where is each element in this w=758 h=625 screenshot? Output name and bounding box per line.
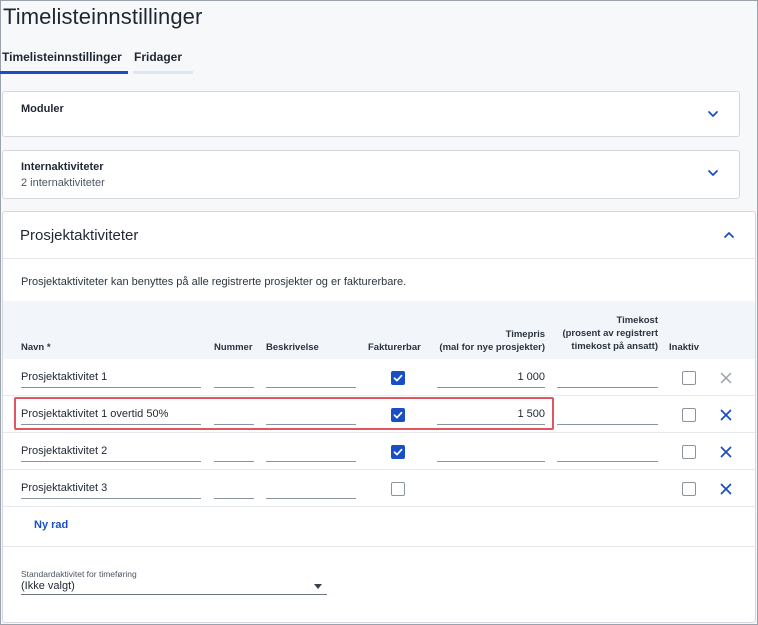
tab-timelisteinnstillinger[interactable]: Timelisteinnstillinger	[0, 48, 128, 74]
tab-fridager[interactable]: Fridager	[133, 48, 193, 74]
timekost-field[interactable]	[557, 424, 658, 425]
beskrivelse-field[interactable]	[266, 387, 356, 388]
column-header-navn: Navn *	[21, 342, 51, 353]
chevron-down-icon[interactable]	[706, 107, 720, 121]
table-row: Prosjektaktivitet 1 1 000	[3, 359, 755, 396]
inaktiv-checkbox[interactable]	[682, 445, 696, 459]
navn-field[interactable]: Prosjektaktivitet 3	[21, 482, 107, 494]
delete-row-icon[interactable]	[719, 408, 733, 422]
nummer-field[interactable]	[214, 387, 254, 388]
table-header: Navn * Nummer Beskrivelse Fakturerbar Ti…	[3, 301, 755, 359]
divider	[3, 546, 755, 547]
chevron-up-icon[interactable]	[722, 228, 736, 242]
add-row-button[interactable]: Ny rad	[34, 519, 68, 531]
standardaktivitet-label: Standardaktivitet for timeføring	[21, 569, 137, 579]
inaktiv-checkbox[interactable]	[682, 371, 696, 385]
navn-field[interactable]: Prosjektaktivitet 2	[21, 445, 107, 457]
column-header-inaktiv: Inaktiv	[669, 342, 700, 353]
prosjektaktiviteter-title: Prosjektaktiviteter	[20, 227, 139, 244]
fakturerbar-checkbox[interactable]	[391, 445, 405, 459]
nummer-field[interactable]	[214, 461, 254, 462]
moduler-panel[interactable]: Moduler	[2, 91, 740, 137]
internaktiviteter-panel[interactable]: Internaktiviteter 2 internaktiviteter	[2, 150, 740, 199]
column-header-beskrivelse: Beskrivelse	[266, 342, 319, 353]
delete-row-icon[interactable]	[719, 445, 733, 459]
fakturerbar-checkbox[interactable]	[391, 371, 405, 385]
nummer-field[interactable]	[214, 498, 254, 499]
moduler-title: Moduler	[21, 103, 64, 115]
delete-row-icon[interactable]	[719, 482, 733, 496]
fakturerbar-checkbox[interactable]	[391, 482, 405, 496]
timekost-field[interactable]	[557, 461, 658, 462]
inaktiv-checkbox[interactable]	[682, 482, 696, 496]
timekost-field[interactable]	[557, 387, 658, 388]
navn-field[interactable]: Prosjektaktivitet 1	[21, 371, 107, 383]
page-title: Timelisteinnstillinger	[3, 4, 203, 29]
internaktiviteter-count: 2 internaktiviteter	[21, 177, 105, 189]
delete-row-icon[interactable]	[719, 371, 733, 385]
divider	[3, 258, 755, 259]
standardaktivitet-select[interactable]: (Ikke valgt)	[21, 580, 75, 592]
table-row: Prosjektaktivitet 3	[3, 470, 755, 507]
beskrivelse-field[interactable]	[266, 461, 356, 462]
dropdown-caret-icon[interactable]	[314, 584, 322, 589]
column-header-timekost: Timekost (prosent av registrert timekost…	[562, 315, 658, 352]
table-row: Prosjektaktivitet 2	[3, 433, 755, 470]
column-header-timepris: Timepris (mal for nye prosjekter)	[439, 329, 545, 353]
timepris-field[interactable]	[437, 461, 545, 462]
highlight-box	[14, 397, 554, 430]
beskrivelse-field[interactable]	[266, 498, 356, 499]
prosjektaktiviteter-description: Prosjektaktiviteter kan benyttes på alle…	[21, 276, 407, 288]
column-header-nummer: Nummer	[214, 342, 253, 353]
timepris-field[interactable]: 1 000	[437, 371, 545, 383]
inaktiv-checkbox[interactable]	[682, 408, 696, 422]
internaktiviteter-title: Internaktiviteter	[21, 161, 104, 173]
column-header-fakturerbar: Fakturerbar	[368, 342, 421, 353]
chevron-down-icon[interactable]	[706, 166, 720, 180]
